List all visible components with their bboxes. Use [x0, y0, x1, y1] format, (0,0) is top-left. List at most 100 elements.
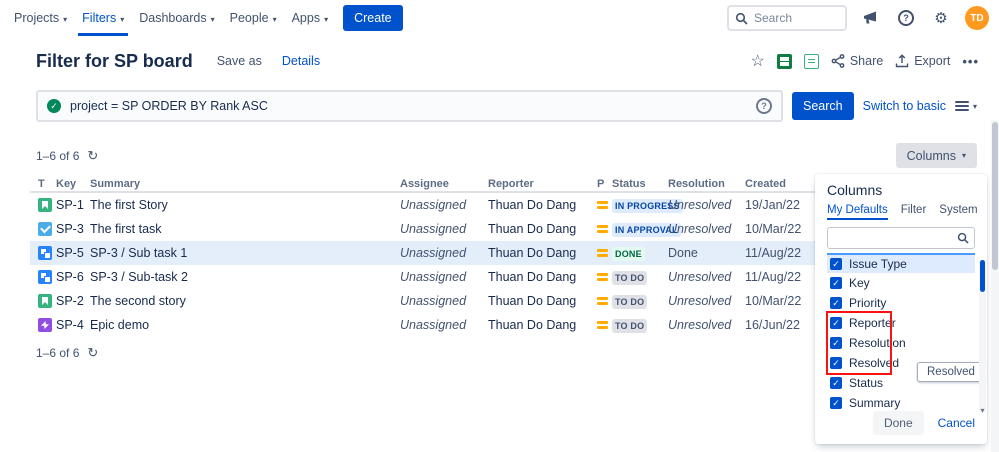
jql-bar: ✓ ? Search Switch to basic ▾: [36, 90, 979, 122]
scroll-down-arrow-icon[interactable]: ▾: [978, 406, 987, 415]
results-count-label: 1–6 of 6: [36, 149, 80, 163]
story-icon: [38, 294, 52, 308]
more-options-icon[interactable]: •••: [962, 54, 979, 69]
refresh-icon[interactable]: ↻: [87, 345, 98, 361]
help-icon[interactable]: ?: [895, 7, 917, 29]
nav-item-people[interactable]: People ▾: [226, 0, 281, 36]
details-link[interactable]: Details: [282, 54, 320, 68]
status-badge: DONE: [612, 247, 645, 261]
column-option-label: Priority: [849, 296, 887, 310]
issue-summary[interactable]: The first Story: [90, 198, 400, 212]
cancel-link[interactable]: Cancel: [938, 416, 975, 430]
share-button[interactable]: Share: [831, 54, 883, 68]
column-option-resolution[interactable]: ✓ Resolution: [827, 333, 975, 353]
chevron-down-icon: ▾: [272, 14, 277, 24]
column-option-priority[interactable]: ✓ Priority: [827, 293, 975, 313]
checkbox-checked-icon[interactable]: ✓: [830, 397, 842, 409]
checkbox-checked-icon[interactable]: ✓: [830, 377, 842, 389]
column-option-key[interactable]: ✓ Key: [827, 273, 975, 293]
nav-item-apps[interactable]: Apps ▾: [288, 0, 333, 36]
column-option-reporter[interactable]: ✓ Reporter: [827, 313, 975, 333]
issue-summary[interactable]: The first task: [90, 222, 400, 236]
export-button[interactable]: Export: [895, 54, 950, 68]
results-count-label: 1–6 of 6: [36, 346, 80, 360]
switch-to-basic-link[interactable]: Switch to basic: [863, 99, 946, 113]
column-header-p[interactable]: P: [597, 178, 612, 190]
nav-item-label: Dashboards: [139, 11, 207, 25]
column-option-label: Status: [849, 376, 884, 390]
column-option-label: Reporter: [849, 316, 896, 330]
subtask-icon: [38, 246, 52, 260]
page-scrollbar[interactable]: [991, 120, 999, 452]
hamburger-icon: [954, 101, 969, 111]
issue-assignee: Unassigned: [400, 270, 467, 284]
priority-medium-icon: [597, 297, 608, 305]
columns-search-input[interactable]: [833, 232, 953, 244]
columns-list-scrollbar[interactable]: [979, 260, 986, 412]
columns-search[interactable]: [827, 227, 975, 249]
view-options-menu[interactable]: ▾: [954, 101, 979, 111]
nav-item-dashboards[interactable]: Dashboards ▾: [135, 0, 218, 36]
jql-query-input[interactable]: [70, 99, 747, 113]
issue-key[interactable]: SP-6: [56, 270, 90, 284]
tab-system[interactable]: System: [939, 204, 977, 220]
issue-summary[interactable]: SP-3 / Sub task 1: [90, 246, 400, 260]
issue-summary[interactable]: SP-3 / Sub-task 2: [90, 270, 400, 284]
priority-medium-icon: [597, 273, 608, 281]
issue-key[interactable]: SP-4: [56, 318, 90, 332]
announcements-megaphone-icon[interactable]: [860, 7, 882, 29]
issue-type-cell: [30, 246, 56, 260]
save-as-link[interactable]: Save as: [217, 54, 262, 68]
settings-gear-icon[interactable]: ⚙: [930, 7, 952, 29]
global-search[interactable]: [727, 5, 847, 31]
search-button[interactable]: Search: [792, 92, 854, 120]
issue-type-cell: [30, 270, 56, 284]
checkbox-checked-icon[interactable]: ✓: [830, 357, 842, 369]
checkbox-checked-icon[interactable]: ✓: [830, 277, 842, 289]
column-header-summary[interactable]: Summary: [90, 178, 400, 190]
column-header-key[interactable]: Key: [56, 178, 90, 190]
column-header-t[interactable]: T: [30, 178, 56, 190]
issue-summary[interactable]: The second story: [90, 294, 400, 308]
issue-key[interactable]: SP-2: [56, 294, 90, 308]
drag-ghost: Resolved: [917, 362, 985, 382]
issue-summary[interactable]: Epic demo: [90, 318, 400, 332]
status-cell: TO DO: [612, 292, 668, 310]
nav-item-filters[interactable]: Filters ▾: [78, 0, 128, 36]
column-header-assignee[interactable]: Assignee: [400, 178, 488, 190]
page-scrollbar-thumb[interactable]: [992, 122, 998, 270]
issue-key[interactable]: SP-5: [56, 246, 90, 260]
issue-key[interactable]: SP-3: [56, 222, 90, 236]
export-sheets-icon[interactable]: [776, 53, 792, 69]
nav-item-label: Projects: [14, 11, 60, 25]
column-option-summary[interactable]: ✓ Summary: [827, 393, 975, 413]
checkbox-checked-icon[interactable]: ✓: [830, 317, 842, 329]
syntax-help-icon[interactable]: ?: [756, 98, 772, 114]
columns-list: ✓ Issue Type ✓ Key ✓ Priority ✓ Reporter ✓ Resolu…: [826, 253, 975, 413]
jql-input-box[interactable]: ✓ ?: [36, 90, 783, 122]
issue-reporter: Thuan Do Dang: [488, 222, 577, 236]
done-button[interactable]: Done: [872, 411, 924, 435]
checkbox-checked-icon[interactable]: ✓: [830, 297, 842, 309]
global-search-input[interactable]: [754, 11, 834, 25]
columns-button[interactable]: Columns ▾: [895, 143, 977, 168]
nav-item-projects[interactable]: Projects ▾: [10, 0, 71, 36]
checkbox-checked-icon[interactable]: ✓: [830, 337, 842, 349]
user-avatar[interactable]: TD: [965, 6, 989, 30]
export-document-icon[interactable]: [803, 53, 819, 69]
columns-scrollbar-thumb[interactable]: [980, 260, 985, 292]
issue-key[interactable]: SP-1: [56, 198, 90, 212]
priority-cell: [597, 292, 612, 310]
create-button[interactable]: Create: [343, 5, 403, 31]
column-header-reporter[interactable]: Reporter: [488, 178, 597, 190]
refresh-icon[interactable]: ↻: [87, 148, 98, 164]
column-header-status[interactable]: Status: [612, 178, 668, 190]
status-cell: IN PROGRESS: [612, 196, 683, 214]
column-option-issue-type[interactable]: ✓ Issue Type: [827, 253, 975, 273]
checkbox-checked-icon[interactable]: ✓: [830, 258, 842, 270]
tab-my-defaults[interactable]: My Defaults: [827, 204, 888, 220]
tab-filter[interactable]: Filter: [901, 204, 927, 220]
column-header-resolution[interactable]: Resolution: [668, 178, 745, 190]
favorite-star-icon[interactable]: ☆: [751, 51, 765, 71]
issue-assignee: Unassigned: [400, 294, 467, 308]
